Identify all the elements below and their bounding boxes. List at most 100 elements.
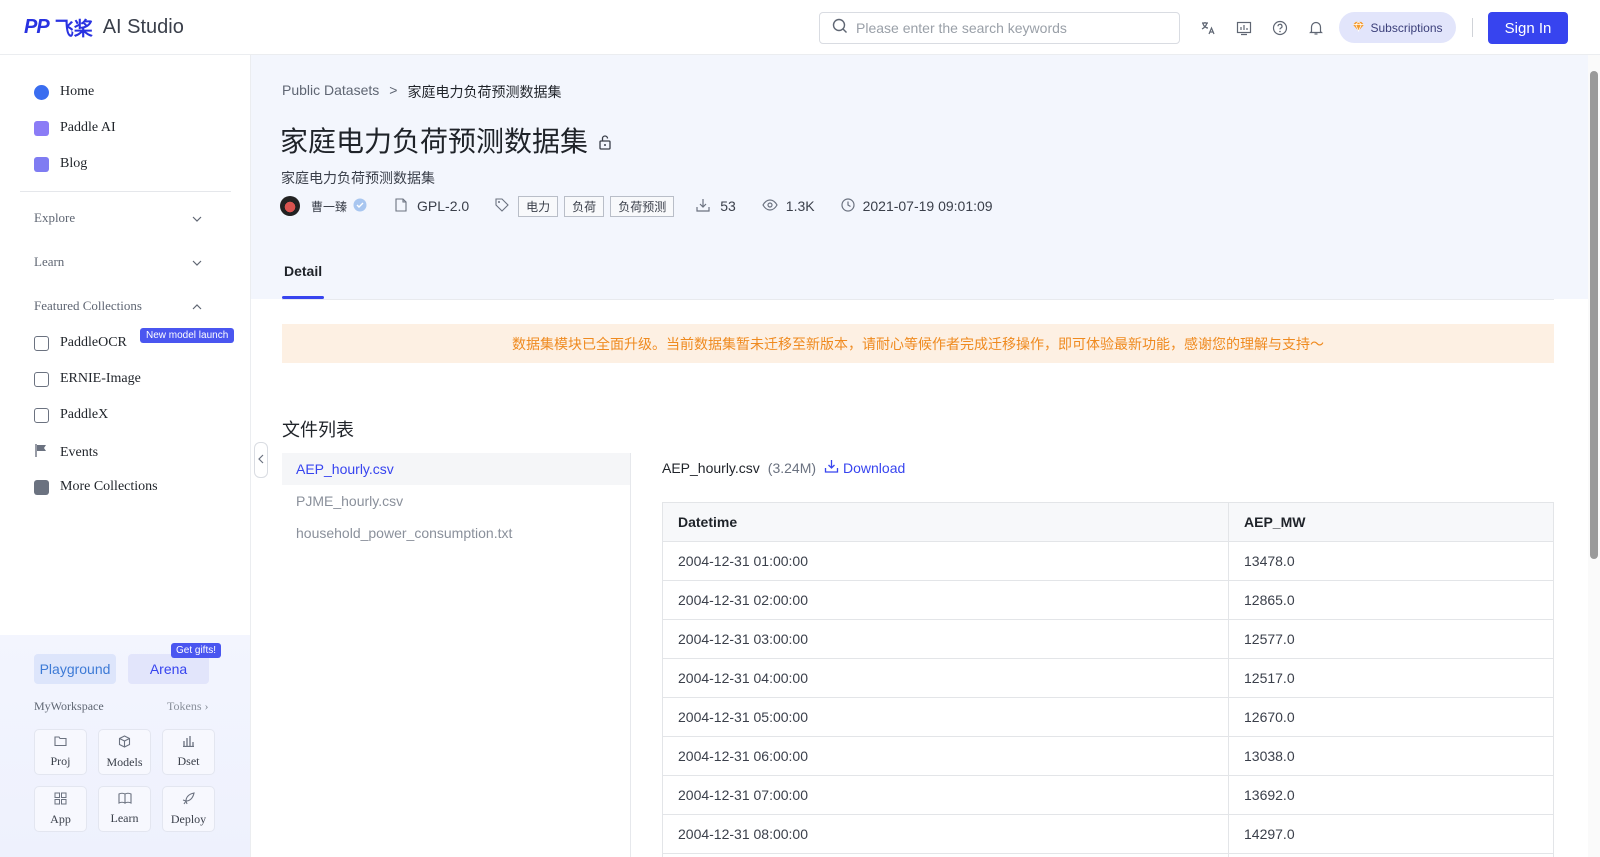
tile-dset[interactable]: Dset xyxy=(162,729,215,775)
playground-button[interactable]: Playground xyxy=(34,654,116,684)
sidebar-item-label: PaddleOCR xyxy=(60,335,127,350)
download-count: 53 xyxy=(720,198,736,214)
table-cell: 2004-12-31 02:00:00 xyxy=(662,580,1229,620)
table-header-row: Datetime AEP_MW xyxy=(662,502,1554,542)
tag-item[interactable]: 负荷预测 xyxy=(610,195,675,217)
apps-icon xyxy=(54,792,67,809)
paddle-logo-mark: PP xyxy=(24,16,50,38)
arena-button[interactable]: Arena xyxy=(128,654,209,684)
table-row: 2004-12-31 03:00:00 12577.0 xyxy=(662,619,1554,659)
sidebar-item-label: ERNIE-Image xyxy=(60,371,141,386)
download-icon xyxy=(824,459,839,476)
sidebar-item-ernie-image[interactable]: ERNIE-Image xyxy=(34,371,141,387)
section-label: Learn xyxy=(34,254,65,269)
author-name[interactable]: 曹一臻 xyxy=(311,198,347,215)
paddlex-icon xyxy=(34,407,49,423)
table-cell: 13478.0 xyxy=(1228,541,1554,581)
file-item[interactable]: PJME_hourly.csv xyxy=(282,485,630,517)
tile-label: Models xyxy=(106,754,143,769)
subscriptions-button[interactable]: Subscriptions xyxy=(1339,12,1456,43)
gifts-badge: Get gifts! xyxy=(171,643,222,658)
view-count: 1.3K xyxy=(785,198,815,214)
flag-icon xyxy=(34,443,49,463)
ocr-icon xyxy=(34,335,49,351)
tile-models[interactable]: Models xyxy=(98,729,151,775)
scrollbar-thumb[interactable] xyxy=(1590,71,1598,559)
file-item[interactable]: AEP_hourly.csv xyxy=(282,453,630,485)
collapse-sidebar-button[interactable] xyxy=(254,442,268,478)
dataset-meta: 曹一臻 GPL-2.0 电力 负荷 负荷预测 53 1.3K 2021-07-19 … xyxy=(280,195,993,217)
breadcrumb-public-datasets[interactable]: Public Datasets xyxy=(282,82,379,102)
bell-icon[interactable] xyxy=(1306,18,1326,38)
sidebar-item-paddleocr[interactable]: PaddleOCR xyxy=(34,335,127,351)
download-label: Download xyxy=(843,459,906,476)
dataset-subtitle: 家庭电力负荷预测数据集 xyxy=(281,170,435,186)
sidebar-item-home[interactable]: Home xyxy=(34,84,94,100)
tile-label: Learn xyxy=(110,811,139,825)
unlock-icon xyxy=(598,124,612,157)
file-list: AEP_hourly.csv PJME_hourly.csv household… xyxy=(282,453,631,857)
preview-header: AEP_hourly.csv (3.24M) Download xyxy=(662,459,905,476)
table-cell: 2004-12-31 03:00:00 xyxy=(662,619,1229,659)
table-cell: 2004-12-31 05:00:00 xyxy=(662,697,1229,737)
file-list-heading: 文件列表 xyxy=(282,420,354,440)
search-box[interactable] xyxy=(819,12,1180,44)
sign-in-button[interactable]: Sign In xyxy=(1488,12,1568,44)
tab-detail[interactable]: Detail xyxy=(282,263,324,279)
book-icon xyxy=(117,792,132,808)
logo-studio-text: AI Studio xyxy=(102,16,184,38)
logo[interactable]: PP 飞桨 AI Studio xyxy=(24,14,184,41)
table-row: 2004-12-31 04:00:00 12517.0 xyxy=(662,658,1554,698)
sidebar-item-more-collections[interactable]: More Collections xyxy=(34,479,158,495)
table-row xyxy=(662,853,1554,857)
page-scrollbar[interactable] xyxy=(1588,55,1600,857)
preview-file-size: (3.24M) xyxy=(767,459,817,476)
column-header: Datetime xyxy=(662,502,1229,542)
dashboard-icon[interactable] xyxy=(1234,18,1254,38)
breadcrumb: Public Datasets > 家庭电力负荷预测数据集 xyxy=(282,82,561,102)
sidebar-section-featured[interactable]: Featured Collections xyxy=(34,298,202,314)
tag-item[interactable]: 负荷 xyxy=(564,195,605,217)
verified-icon xyxy=(353,198,367,215)
column-header: AEP_MW xyxy=(1228,502,1554,542)
workspace-label: MyWorkspace xyxy=(34,699,104,713)
sidebar-section-learn[interactable]: Learn xyxy=(34,254,202,270)
tile-app[interactable]: App xyxy=(34,786,87,832)
sidebar-item-paddlex[interactable]: PaddleX xyxy=(34,407,108,423)
page-title: 家庭电力负荷预测数据集 xyxy=(280,120,612,160)
tile-deploy[interactable]: Deploy xyxy=(162,786,215,832)
translate-icon[interactable] xyxy=(1198,18,1218,38)
help-icon[interactable] xyxy=(1270,18,1290,38)
file-item[interactable]: household_power_consumption.txt xyxy=(282,517,630,549)
breadcrumb-current: 家庭电力负荷预测数据集 xyxy=(407,84,562,100)
tag-item[interactable]: 电力 xyxy=(518,195,559,217)
home-icon xyxy=(34,84,49,100)
sidebar-item-events[interactable]: Events xyxy=(34,443,98,463)
sidebar-item-label: Blog xyxy=(60,156,88,171)
chevron-up-icon xyxy=(192,298,202,314)
table-row: 2004-12-31 02:00:00 12865.0 xyxy=(662,580,1554,620)
search-input[interactable] xyxy=(856,20,1156,36)
table-row: 2004-12-31 05:00:00 12670.0 xyxy=(662,697,1554,737)
chevron-left-icon xyxy=(258,451,264,469)
tile-label: Proj xyxy=(50,754,71,768)
avatar[interactable] xyxy=(280,196,300,216)
clock-icon xyxy=(840,197,855,215)
tag-icon xyxy=(495,197,509,215)
table-cell: 13692.0 xyxy=(1228,775,1554,815)
folder-icon xyxy=(54,735,67,751)
table-cell xyxy=(1228,853,1554,857)
table-cell: 13038.0 xyxy=(1228,736,1554,776)
license-label: GPL-2.0 xyxy=(417,198,470,214)
sidebar-section-explore[interactable]: Explore xyxy=(34,210,202,226)
download-link[interactable]: Download xyxy=(824,459,905,476)
tile-learn[interactable]: Learn xyxy=(98,786,151,832)
sidebar-item-label: Events xyxy=(60,445,99,460)
sidebar-item-blog[interactable]: Blog xyxy=(34,156,87,172)
tokens-link[interactable]: Tokens › xyxy=(167,699,209,714)
logo-cn-text: 飞桨 xyxy=(54,18,93,40)
tile-label: App xyxy=(50,811,71,826)
sidebar-item-paddle-ai[interactable]: Paddle AI xyxy=(34,120,116,136)
tile-proj[interactable]: Proj xyxy=(34,729,87,775)
section-label: Featured Collections xyxy=(34,298,142,313)
